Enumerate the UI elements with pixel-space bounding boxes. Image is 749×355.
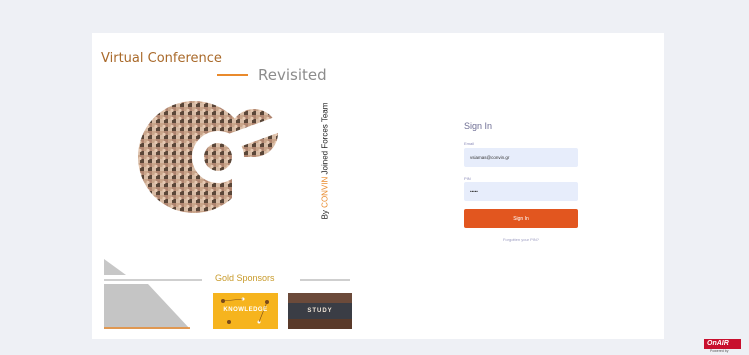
pin-field[interactable]: ••••• — [464, 182, 578, 201]
study-table-band — [288, 319, 352, 329]
study-photo-band — [288, 293, 352, 303]
subtitle-dash — [217, 74, 248, 76]
gold-sponsors-rule-right — [300, 279, 350, 281]
forgot-pin-link[interactable]: Forgotten your PIN? — [464, 237, 578, 242]
gold-sponsors-rule-left — [104, 279, 202, 281]
convin-photo-logo — [138, 101, 288, 219]
pin-label: PIN — [464, 176, 471, 181]
page: { "header": { "title": "Virtual Conferen… — [0, 0, 749, 355]
signin-title: Sign In — [464, 121, 493, 131]
sponsor-logo-study[interactable]: STUDY — [288, 293, 352, 329]
decor-triangle-small — [104, 259, 126, 275]
email-field[interactable]: vsiamas@convin.gr — [464, 148, 578, 167]
page-subtitle: Revisited — [258, 66, 327, 84]
tagline-vertical: By CONVIN Joined Forces Team — [316, 101, 334, 221]
page-title: Virtual Conference — [101, 51, 222, 66]
tagline-prefix: By — [320, 210, 330, 220]
tagline-suffix: Joined Forces Team — [320, 102, 330, 175]
decor-triangle-large — [104, 284, 190, 329]
sponsor-study-text: STUDY — [307, 308, 333, 314]
onair-badge-sub: Powered by — [710, 349, 729, 353]
gold-sponsors-heading: Gold Sponsors — [215, 273, 275, 283]
login-card: Virtual Conference Revisited By CONVIN J… — [92, 33, 664, 339]
onair-badge: OnAIR — [704, 339, 741, 349]
sponsor-knowledge-text: KNOWLEDGE — [223, 307, 268, 313]
sign-in-button[interactable]: Sign In — [464, 209, 578, 228]
tagline-brand: CONVIN — [320, 176, 330, 208]
email-label: Email — [464, 141, 475, 146]
sponsor-logo-knowledge[interactable]: KNOWLEDGE — [213, 293, 278, 329]
